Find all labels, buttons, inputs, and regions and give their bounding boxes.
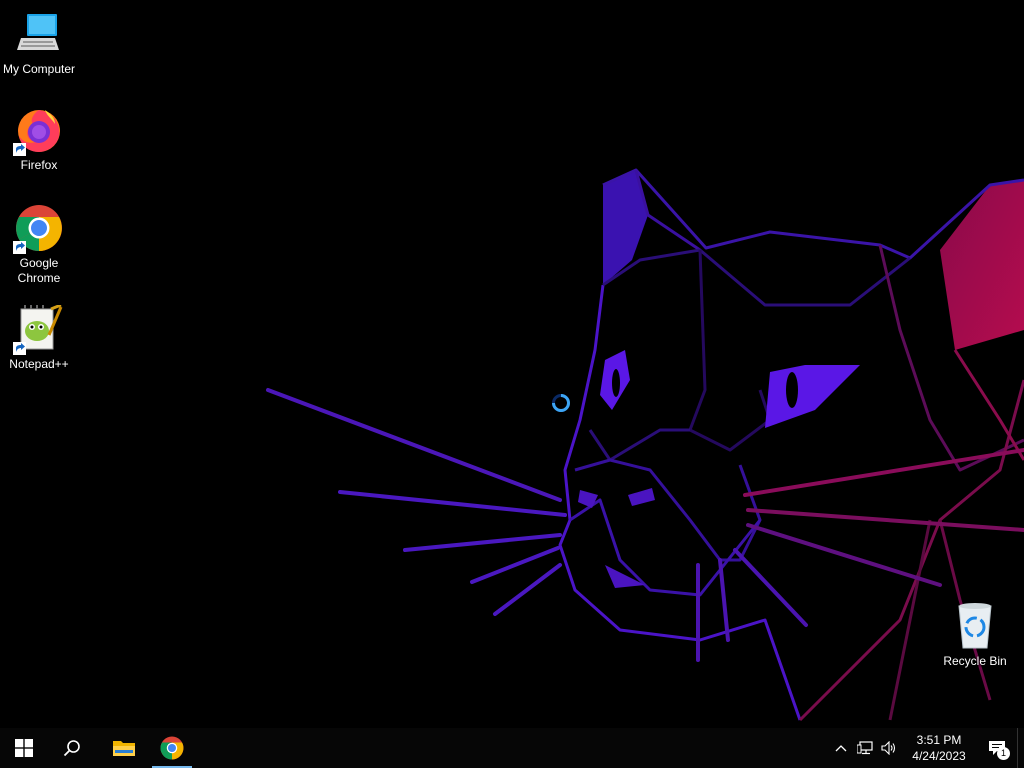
- desktop-icon-label: Recycle Bin: [943, 654, 1007, 668]
- desktop-icon-my-computer[interactable]: My Computer: [1, 10, 77, 77]
- search-icon: [63, 740, 80, 757]
- wallpaper-panther: [266, 168, 1024, 722]
- panther-nose: [605, 565, 645, 588]
- notepadpp-icon: [13, 303, 63, 355]
- desktop-icon-firefox[interactable]: Firefox: [1, 106, 77, 173]
- chrome-icon: [160, 736, 184, 760]
- desktop-icon-label: My Computer: [2, 62, 76, 76]
- start-button[interactable]: [0, 728, 48, 768]
- desktop-icon-recycle-bin[interactable]: Recycle Bin: [937, 602, 1013, 669]
- network-icon[interactable]: [853, 728, 877, 768]
- shortcut-arrow-icon: [13, 241, 26, 254]
- search-button[interactable]: [48, 728, 96, 768]
- desktop-icon-label: Firefox: [20, 158, 58, 172]
- taskbar: 3:51 PM 4/24/2023 1: [0, 728, 1024, 768]
- shortcut-arrow-icon: [13, 342, 26, 355]
- panther-right-eye: [765, 365, 860, 428]
- clock-date: 4/24/2023: [912, 749, 966, 763]
- chrome-icon: [13, 204, 63, 254]
- clock-time: 3:51 PM: [916, 733, 962, 747]
- notification-count-badge: 1: [997, 747, 1010, 760]
- chrome-taskbar-button[interactable]: [148, 728, 196, 768]
- clock[interactable]: 3:51 PM 4/24/2023: [901, 728, 977, 768]
- system-tray: 3:51 PM 4/24/2023 1: [829, 728, 1024, 768]
- windows-logo-icon: [15, 739, 33, 757]
- file-explorer-button[interactable]: [100, 728, 148, 768]
- recycle-bin-icon: [951, 602, 999, 650]
- action-center-button[interactable]: 1: [977, 728, 1017, 768]
- desktop-icon-google-chrome[interactable]: Google Chrome: [1, 204, 77, 286]
- volume-icon[interactable]: [877, 728, 901, 768]
- folder-icon: [113, 741, 135, 756]
- busy-cursor-icon: [552, 394, 570, 412]
- desktop-icon-label: Google Chrome: [17, 256, 61, 285]
- firefox-icon: [13, 106, 63, 156]
- chevron-up-icon[interactable]: [829, 728, 853, 768]
- panther-right-ear: [940, 180, 1024, 350]
- desktop-icon-label: Notepad++: [9, 357, 69, 371]
- computer-icon: [15, 10, 63, 58]
- desktop-icon-notepad-plus-plus[interactable]: Notepad++: [1, 303, 77, 372]
- show-desktop-button[interactable]: [1017, 728, 1024, 768]
- shortcut-arrow-icon: [13, 143, 26, 156]
